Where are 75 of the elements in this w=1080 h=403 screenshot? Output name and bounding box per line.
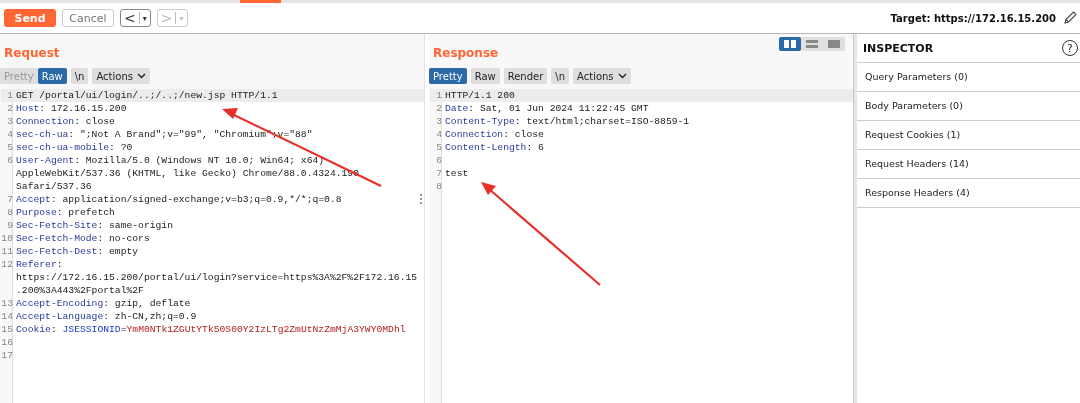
code-line: Referer: (16, 258, 63, 271)
line-number: 5 (435, 141, 443, 154)
inspector-section[interactable]: Response Headers (4) (857, 179, 1080, 208)
inspector-section[interactable]: Query Parameters (0) (857, 63, 1080, 92)
line-number: 6 (6, 154, 14, 167)
code-line: Cookie: JSESSIONID=YmM0NTk1ZGUtYTk50S00Y2IzLTg2ZmUtNzZmMjA3YWY0MDhl (16, 323, 406, 336)
view-tab[interactable]: Pretty (429, 68, 467, 84)
inspector-section[interactable]: Request Headers (14) (857, 150, 1080, 179)
code-line: https://172.16.15.200/portal/ui/login?service=https%3A%2F%2F172.16.15 (16, 271, 418, 284)
active-tab-indicator (240, 0, 281, 3)
line-number: 15 (1, 323, 14, 336)
line-number: 2 (6, 102, 14, 115)
line-number: 2 (435, 102, 443, 115)
code-line: Host: 172.16.15.200 (16, 102, 127, 115)
code-line: Accept: application/signed-exchange;v=b3;q=0.9,*/*;q=0.8 (16, 193, 342, 206)
pencil-icon[interactable] (1062, 10, 1078, 26)
line-number: 10 (1, 232, 14, 245)
view-tab[interactable]: \n (70, 68, 89, 84)
line-number: 4 (6, 128, 14, 141)
actions-dropdown[interactable]: Actions (92, 68, 150, 84)
code-line: HTTP/1.1 200 (445, 89, 515, 102)
view-tab[interactable]: Raw (470, 68, 500, 84)
line-number: 13 (1, 297, 14, 310)
code-line: Purpose: prefetch (16, 206, 115, 219)
line-number: 5 (6, 141, 14, 154)
view-tab[interactable]: Render (503, 68, 548, 84)
line-number: 1 (435, 89, 443, 102)
code-line: Accept-Encoding: gzip, deflate (16, 297, 191, 310)
square-icon (827, 39, 841, 49)
line-number: 9 (6, 219, 14, 232)
layout-toggle[interactable] (779, 37, 801, 51)
line-number: 7 (6, 193, 14, 206)
code-line: Sec-Fetch-Site: same-origin (16, 219, 173, 232)
panel-title: Request (4, 46, 60, 60)
line-number: 14 (1, 310, 14, 323)
code-line: .200%3A443%2Fportal%2F (16, 284, 144, 297)
line-number: 6 (435, 154, 443, 167)
code-line: Accept-Language: zh-CN,zh;q=0.9 (16, 310, 197, 323)
code-line: Connection: close (16, 115, 115, 128)
view-tab[interactable]: \n (551, 68, 570, 84)
code-line: Connection: close (445, 128, 544, 141)
line-number: 16 (1, 336, 14, 349)
inspector-section[interactable]: Request Cookies (1) (857, 121, 1080, 150)
resize-handle[interactable] (420, 194, 422, 204)
line-number: 3 (435, 115, 443, 128)
inspector-section[interactable]: Body Parameters (0) (857, 92, 1080, 121)
columns-icon (783, 39, 797, 49)
inspector-title: INSPECTOR (863, 41, 934, 55)
chevron-icon (617, 73, 627, 79)
code-line: Safari/537.36 (16, 180, 92, 193)
line-number: 1 (6, 89, 14, 102)
code-line: Content-Length: 6 (445, 141, 544, 154)
chevron-icon (136, 73, 146, 79)
line-number: 17 (1, 349, 14, 362)
line-number: 7 (435, 167, 443, 180)
back-button[interactable]: < ▾ (120, 9, 151, 27)
line-number: 11 (1, 245, 14, 258)
line-number: 3 (6, 115, 14, 128)
line-number: 8 (6, 206, 14, 219)
line-number: 12 (1, 258, 14, 271)
cancel-button[interactable]: Cancel (62, 9, 114, 27)
target-label: Target: https://172.16.15.200 (890, 12, 1056, 24)
code-line: sec-ch-ua-mobile: ?0 (16, 141, 133, 154)
code-line: Sec-Fetch-Mode: no-cors (16, 232, 150, 245)
line-number: 8 (435, 180, 443, 193)
view-tab[interactable]: Raw (37, 68, 67, 84)
code-line: Date: Sat, 01 Jun 2024 11:22:45 GMT (445, 102, 649, 115)
code-line: GET /portal/ui/login/..;/..;/new.jsp HTTP/1.1 (16, 89, 278, 102)
actions-dropdown[interactable]: Actions (573, 68, 631, 84)
code-line: test (445, 167, 469, 180)
code-line: Content-Type: text/html;charset=ISO-8859-1 (445, 115, 690, 128)
rows-icon (805, 39, 819, 49)
panel-title: Response (433, 46, 499, 60)
line-number: 4 (435, 128, 443, 141)
code-line: Sec-Fetch-Dest: empty (16, 245, 139, 258)
